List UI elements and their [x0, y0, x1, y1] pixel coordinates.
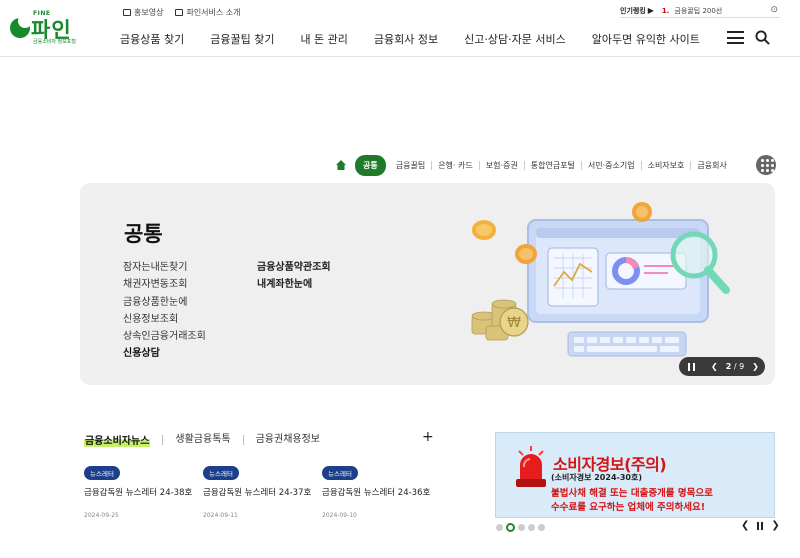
all-menu-grid-icon[interactable] — [756, 155, 776, 175]
alert-number: (소비자경보 2024-30호) — [551, 473, 642, 482]
tab-insurance-securities[interactable]: 보험·증권 — [480, 160, 525, 170]
news-date: 2024-09-11 — [203, 512, 238, 519]
ranking-item[interactable]: 금융꿀팁 200선 — [674, 6, 722, 16]
tab-life-finance[interactable]: 생활금융톡톡 — [162, 434, 231, 445]
alert-message-line2: 수수료를 요구하는 업체에 주의하세요! — [551, 502, 706, 513]
ranking-settings-icon[interactable]: ⊙ — [770, 5, 778, 15]
finance-illustration: ₩ — [471, 202, 730, 357]
nav-useful-sites[interactable]: 알아두면 유익한 사이트 — [592, 31, 700, 47]
nav-financial-products[interactable]: 금융상품 찾기 — [120, 31, 184, 47]
news-card[interactable]: 뉴스레터 금융감독원 뉴스레터 24-38호 2024-09-25 — [84, 461, 199, 521]
hero-pager: ❮ 2 / 9 ❯ — [679, 357, 765, 376]
popular-ranking[interactable]: 인기랭킹 ▶ 1. 금융꿀팁 200선 ⊙ — [620, 4, 780, 18]
nav-financial-tips[interactable]: 금융꿀팁 찾기 — [210, 31, 274, 47]
pagination-dot[interactable] — [518, 524, 525, 531]
pagination-dot[interactable] — [528, 524, 535, 531]
news-tabs: 금융소비자뉴스 생활금융톡톡 금융권채용정보 — [84, 432, 320, 447]
pagination-dot[interactable] — [496, 524, 503, 531]
news-date: 2024-09-10 — [322, 512, 357, 519]
ranking-title: 인기랭킹 — [620, 6, 646, 15]
pagination-dot[interactable] — [538, 524, 545, 531]
siren-icon — [516, 446, 546, 487]
link-creditor-change[interactable]: 채권자변동조회 — [123, 276, 206, 293]
tab-small-business[interactable]: 서민·중소기업 — [582, 160, 642, 170]
fine-logo[interactable]: FINE 파인 금융소비자 정보포털 — [10, 10, 90, 46]
tab-financial-tips[interactable]: 금융꿀팁 — [390, 160, 433, 170]
more-plus-icon[interactable]: + — [422, 429, 434, 445]
chevron-right-icon[interactable]: ❯ — [752, 362, 759, 371]
play-icon — [123, 9, 131, 16]
link-heir-inquiry[interactable]: 상속인금융거래조회 — [123, 328, 206, 345]
nav-company-info[interactable]: 금융회사 정보 — [374, 31, 438, 47]
link-products-at-glance[interactable]: 금융상품한눈에 — [123, 294, 206, 311]
tab-financial-company[interactable]: 금융회사 — [691, 161, 732, 170]
tab-common[interactable]: 공통 — [355, 154, 386, 176]
main-nav: 금융상품 찾기 금융꿀팁 찾기 내 돈 관리 금융회사 정보 신고·상담·자문 … — [120, 31, 726, 47]
news-badge: 뉴스레터 — [322, 466, 358, 480]
tab-consumer-protection[interactable]: 소비자보호 — [642, 160, 692, 170]
hero-title: 공통 — [124, 222, 163, 246]
top-utility-links: 홍보영상 파인서비스 소개 — [123, 7, 241, 18]
pagination-dot[interactable] — [506, 523, 515, 532]
pager-count: 2 / 9 — [725, 362, 745, 371]
news-badge: 뉴스레터 — [84, 466, 120, 480]
pause-icon[interactable] — [688, 362, 695, 371]
site-header: FINE 파인 금융소비자 정보포털 홍보영상 파인서비스 소개 인기랭킹 ▶ … — [0, 0, 800, 57]
promo-video-label: 홍보영상 — [134, 8, 164, 17]
news-title[interactable]: 금융감독원 뉴스레터 24-36호 — [322, 486, 437, 498]
link-terms-inquiry[interactable]: 금융상품약관조회 — [257, 259, 331, 276]
chevron-left-icon[interactable]: ❮ — [741, 520, 749, 531]
tab-consumer-news[interactable]: 금융소비자뉴스 — [84, 432, 151, 447]
chevron-left-icon[interactable]: ❮ — [711, 362, 718, 371]
category-tabs: 공통 금융꿀팁 은행· 카드 보험·증권 통합연금포털 서민·중소기업 소비자보… — [335, 154, 733, 176]
news-badge: 뉴스레터 — [203, 466, 239, 480]
consumer-alert-banner[interactable]: 소비자경보(주의) (소비자경보 2024-30호) 불법사채 해결 또는 대출… — [495, 432, 775, 518]
nav-my-money[interactable]: 내 돈 관리 — [300, 31, 347, 47]
service-intro-link[interactable]: 파인서비스 소개 — [175, 7, 241, 18]
svg-text:₩: ₩ — [507, 315, 521, 331]
link-my-accounts[interactable]: 내계좌한눈에 — [257, 276, 331, 293]
hero-link-list-1: 잠자는내돈찾기 채권자변동조회 금융상품한눈에 신용정보조회 상속인금융거래조회… — [123, 259, 206, 363]
promo-video-link[interactable]: 홍보영상 — [123, 7, 163, 18]
logo-subtitle: 금융소비자 정보포털 — [33, 39, 76, 45]
link-dormant-money[interactable]: 잠자는내돈찾기 — [123, 259, 206, 276]
search-icon[interactable] — [755, 30, 770, 45]
news-title[interactable]: 금융감독원 뉴스레터 24-37호 — [203, 486, 318, 498]
pause-icon[interactable] — [757, 521, 764, 530]
news-title[interactable]: 금융감독원 뉴스레터 24-38호 — [84, 486, 199, 498]
link-credit-info[interactable]: 신용정보조회 — [123, 311, 206, 328]
logo-mark-icon — [10, 14, 32, 38]
play-arrow-icon: ▶ — [647, 6, 654, 15]
chevron-right-icon[interactable]: ❯ — [771, 520, 779, 531]
banner-pagination — [496, 523, 545, 532]
news-card[interactable]: 뉴스레터 금융감독원 뉴스레터 24-36호 2024-09-10 — [322, 461, 437, 521]
ranking-number: 1. — [661, 6, 670, 15]
home-icon[interactable] — [335, 159, 347, 171]
nav-report-consult[interactable]: 신고·상담·자문 서비스 — [464, 31, 566, 47]
news-date: 2024-09-25 — [84, 512, 119, 519]
banner-controls: ❮ ❯ — [741, 520, 780, 531]
document-icon — [175, 9, 184, 16]
tab-finance-jobs[interactable]: 금융권채용정보 — [242, 434, 320, 445]
hero-panel: 공통 잠자는내돈찾기 채권자변동조회 금융상품한눈에 신용정보조회 상속인금융거… — [80, 183, 775, 385]
news-card[interactable]: 뉴스레터 금융감독원 뉴스레터 24-37호 2024-09-11 — [203, 461, 318, 521]
link-credit-consult[interactable]: 신용상담 — [123, 345, 206, 362]
tab-bank-card[interactable]: 은행· 카드 — [432, 160, 480, 170]
hero-link-list-2: 금융상품약관조회 내계좌한눈에 — [257, 259, 331, 294]
service-intro-label: 파인서비스 소개 — [186, 8, 241, 17]
tab-pension-portal[interactable]: 통합연금포털 — [525, 160, 582, 170]
menu-icon[interactable] — [727, 31, 744, 44]
alert-message-line1: 불법사채 해결 또는 대출중개를 명목으로 — [551, 488, 713, 499]
